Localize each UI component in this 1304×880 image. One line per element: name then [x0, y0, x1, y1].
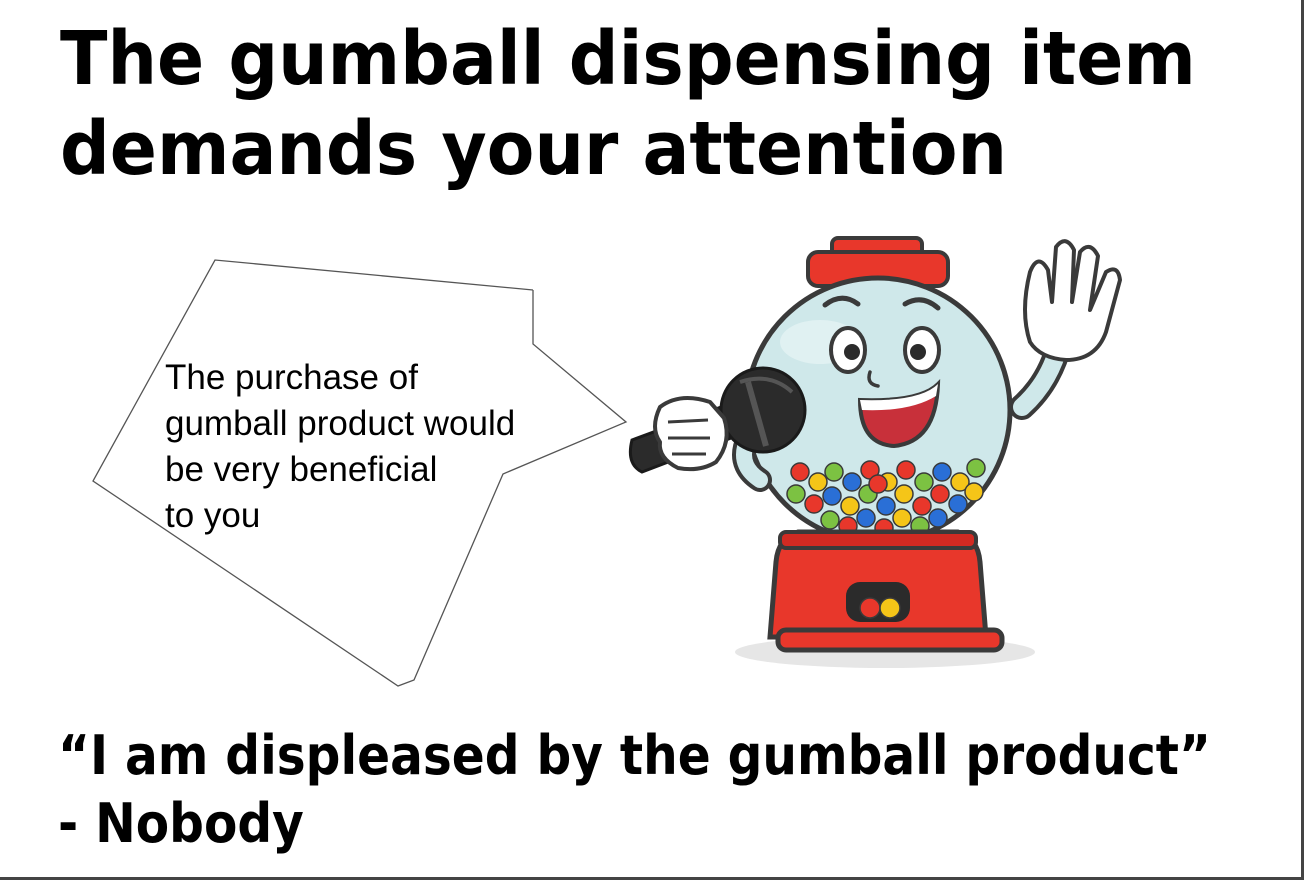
quote-text: “I am displeased by the gumball product”	[58, 724, 1211, 787]
bubble-line-2: gumball product would	[165, 404, 516, 443]
title-line-2: demands your attention	[60, 106, 1008, 192]
quote: “I am displeased by the gumball product”…	[58, 722, 1211, 858]
slide: The gumball dispensing item demands your…	[0, 0, 1304, 880]
slide-title: The gumball dispensing item demands your…	[60, 14, 1196, 194]
speech-bubble-text: The purchase of gumball product would be…	[165, 355, 585, 539]
waving-hand	[1023, 239, 1122, 362]
bubble-line-4: to you	[165, 496, 261, 535]
gumball-machine-mascot-icon	[628, 236, 1122, 668]
bubble-line-1: The purchase of	[165, 358, 418, 397]
title-line-1: The gumball dispensing item	[60, 16, 1196, 102]
bubble-line-3: be very beneficial	[165, 450, 438, 489]
quote-attribution: - Nobody	[58, 792, 304, 855]
